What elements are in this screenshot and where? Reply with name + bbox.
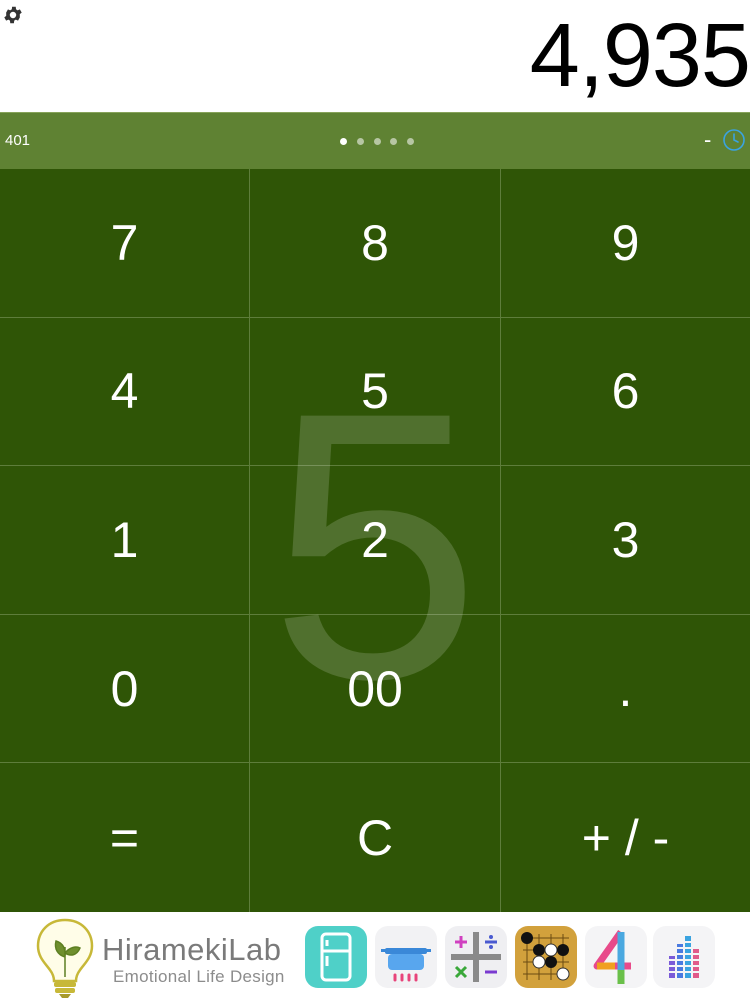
- brand-tagline: Emotional Life Design: [113, 967, 285, 986]
- key-plus-minus[interactable]: + / -: [501, 763, 750, 912]
- key-4[interactable]: 4: [0, 317, 250, 467]
- key-7[interactable]: 7: [0, 169, 250, 318]
- key-equals[interactable]: =: [0, 763, 250, 912]
- page-indicator[interactable]: [340, 137, 414, 145]
- key-3[interactable]: 3: [501, 466, 750, 615]
- status-strip: 401 -: [0, 112, 750, 169]
- key-5[interactable]: 5: [250, 317, 501, 467]
- key-0[interactable]: 0: [0, 614, 250, 764]
- number-four-app-icon[interactable]: [585, 926, 647, 988]
- gear-icon[interactable]: [2, 4, 24, 26]
- history-icon[interactable]: [722, 128, 746, 152]
- calculator-app: 4,935 401 - 789456123000.=C+ / - 5 Hiram…: [0, 0, 750, 1000]
- page-dot-1[interactable]: [340, 137, 347, 145]
- key-clear[interactable]: C: [250, 763, 501, 912]
- calculator-app-icon[interactable]: [445, 926, 507, 988]
- brand-name: HiramekiLab: [102, 932, 282, 967]
- result-display: 4,935: [0, 0, 750, 112]
- operator-indicator: -: [704, 127, 712, 152]
- page-dot-5[interactable]: [407, 137, 414, 145]
- equalizer-app-icon[interactable]: [653, 926, 715, 988]
- page-dot-3[interactable]: [373, 137, 381, 145]
- memory-value: 401: [5, 132, 31, 149]
- ad-banner[interactable]: HiramekiLab Emotional Life Design: [0, 912, 750, 1000]
- go-game-app-icon[interactable]: [515, 926, 577, 988]
- pot-app-icon[interactable]: [375, 926, 437, 988]
- key-6[interactable]: 6: [501, 318, 750, 467]
- key-decimal[interactable]: .: [501, 615, 750, 764]
- keypad: 7 8 9 4 5 6 1 2 3 0 00. = C + / -: [0, 169, 750, 912]
- key-double-zero[interactable]: 00: [250, 614, 501, 764]
- key-9[interactable]: 9: [501, 169, 750, 318]
- key-8[interactable]: 8: [250, 169, 501, 318]
- display-value: 4,935: [529, 6, 750, 106]
- key-2[interactable]: 2: [250, 466, 501, 615]
- page-dot-2[interactable]: [356, 137, 364, 145]
- lightbulb-logo-icon: [36, 918, 94, 998]
- page-dot-4[interactable]: [390, 137, 398, 145]
- key-1[interactable]: 1: [0, 466, 250, 615]
- fridge-app-icon[interactable]: [305, 926, 367, 988]
